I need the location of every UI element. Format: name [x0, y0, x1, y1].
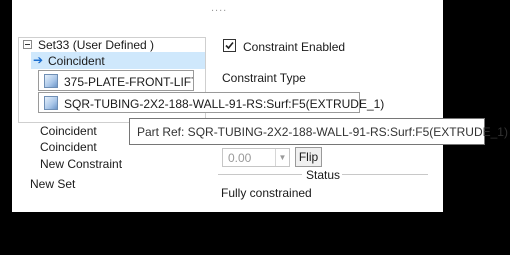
reference-a-collector[interactable]: 375-PLATE-FRONT-LIFT- [38, 70, 194, 91]
constraint-enabled-label[interactable]: Constraint Enabled [243, 40, 345, 54]
chevron-down-icon[interactable]: ▼ [275, 149, 289, 166]
part-ref-tooltip: Part Ref: SQR-TUBING-2X2-188-WALL-91-RS:… [129, 118, 508, 145]
minus-expander-icon[interactable] [23, 40, 32, 49]
status-value: Fully constrained [221, 186, 312, 200]
checkmark-icon [225, 41, 234, 50]
tree-item-new-constraint[interactable]: New Constraint [40, 157, 122, 171]
tree-item-coincident[interactable]: Coincident [40, 140, 97, 154]
flip-button[interactable]: Flip [295, 147, 322, 167]
status-divider [218, 174, 302, 175]
status-heading: Status [306, 168, 341, 182]
reference-b-collector[interactable]: SQR-TUBING-2X2-188-WALL-91-RS:Surf:F5(EX… [38, 92, 384, 113]
tree-item-new-set[interactable]: New Set [30, 177, 75, 191]
tree-item-coincident[interactable]: Coincident [40, 124, 97, 138]
reference-b-label: SQR-TUBING-2X2-188-WALL-91-RS:Surf:F5(EX… [64, 97, 385, 111]
reference-a-label: 375-PLATE-FRONT-LIFT- [64, 75, 194, 89]
drag-handle-dots[interactable]: .... [211, 2, 227, 14]
part-surface-icon [44, 96, 58, 110]
set-label[interactable]: Set33 (User Defined ) [38, 38, 154, 52]
right-arrow-icon: ➔ [32, 53, 44, 67]
constraint-type-label: Constraint Type [222, 71, 306, 85]
constraint-enabled-checkbox[interactable] [223, 39, 236, 52]
status-divider [342, 174, 428, 175]
selected-constraint-label[interactable]: Coincident [48, 54, 105, 68]
part-surface-icon [44, 74, 58, 88]
offset-value-field[interactable]: 0.00 ▼ [222, 148, 290, 167]
offset-value: 0.00 [228, 151, 252, 165]
